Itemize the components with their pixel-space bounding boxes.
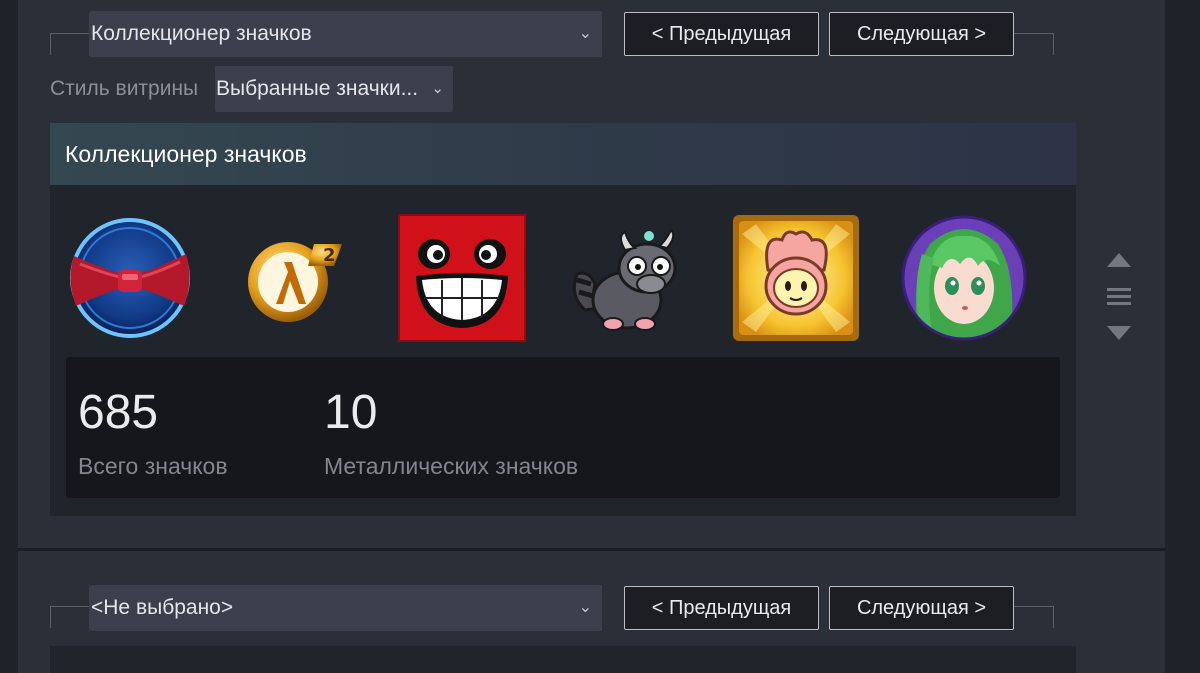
section-bracket-left (50, 606, 90, 628)
section-bracket-left (50, 33, 90, 55)
anime-girl-badge-icon[interactable] (900, 214, 1028, 342)
next-button[interactable]: Следующая > (829, 12, 1014, 56)
total-badges-label: Всего значков (78, 453, 228, 479)
chevron-down-icon: ⌄ (431, 80, 444, 97)
showcase-type-select-2[interactable]: <Не выбрано> ⌄ (89, 585, 602, 631)
empty-showcase (50, 646, 1076, 673)
move-up-icon[interactable] (1104, 250, 1134, 270)
section-bracket-right (1014, 33, 1054, 55)
showcase-type-value: Коллекционер значков (91, 22, 312, 45)
showcase-type-select[interactable]: Коллекционер значков ⌄ (89, 11, 602, 57)
chevron-down-icon: ⌄ (578, 25, 592, 42)
previous-button[interactable]: < Предыдущая (624, 12, 819, 56)
bowtie-badge-icon[interactable] (66, 214, 194, 342)
showcase-type-value-2: <Не выбрано> (91, 596, 234, 619)
showcase-style-value: Выбранные значки... (216, 77, 419, 100)
foil-badges-value: 10 (324, 386, 378, 439)
svg-text:2: 2 (323, 245, 336, 266)
previous-button-2[interactable]: < Предыдущая (624, 586, 819, 630)
super-meat-boy-badge-icon[interactable] (398, 214, 526, 342)
drag-handle-icon[interactable] (1104, 286, 1134, 308)
chevron-down-icon: ⌄ (578, 599, 592, 616)
raccoon-creature-badge-icon[interactable] (565, 214, 693, 342)
total-badges-value: 685 (78, 386, 159, 439)
badge-collector-showcase: Коллекционер значков 2 685 Всего значков… (50, 123, 1076, 516)
scribblenauts-badge-icon[interactable] (732, 214, 860, 342)
showcase-title: Коллекционер значков (50, 123, 1076, 185)
badge-stats: 685 Всего значков 10 Металлических значк… (66, 357, 1060, 498)
move-down-icon[interactable] (1104, 323, 1134, 343)
showcase-style-select[interactable]: Выбранные значки... ⌄ (215, 66, 453, 112)
half-life-2-badge-icon[interactable]: 2 (230, 214, 358, 342)
section-bracket-right (1014, 606, 1054, 628)
section-separator (18, 548, 1165, 551)
foil-badges-label: Металлических значков (324, 453, 579, 479)
showcase-style-label: Стиль витрины (50, 77, 199, 100)
next-button-2[interactable]: Следующая > (829, 586, 1014, 630)
